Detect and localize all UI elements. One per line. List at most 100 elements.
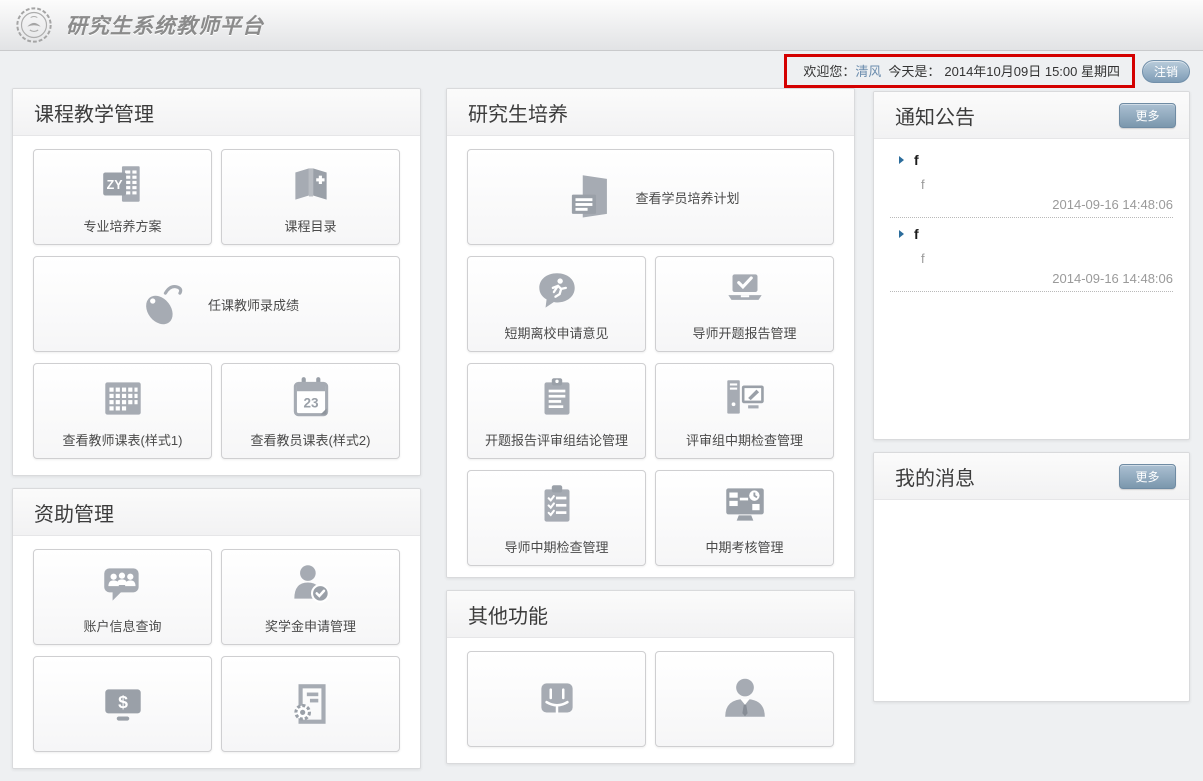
open-book-icon: [286, 159, 336, 209]
card-label: 奖学金申请管理: [265, 616, 356, 635]
zy-document-icon: ZY: [98, 159, 148, 209]
notice-title-row: f: [890, 152, 1173, 168]
calendar-23-icon: 23: [286, 373, 336, 423]
mouse-icon: [134, 275, 192, 333]
function-card[interactable]: 任课教师录成绩: [33, 256, 400, 352]
chat-runner-icon: [532, 266, 582, 316]
panel-body: [447, 638, 854, 763]
panel-funding: 资助管理账户信息查询 奖学金申请管理 $: [12, 488, 421, 769]
clipboard-icon: [532, 373, 582, 423]
function-card[interactable]: 奖学金申请管理: [221, 549, 400, 645]
people-chat-icon: [98, 559, 148, 609]
panel-course-teaching: 课程教学管理 ZY 专业培养方案 课程目录任课教师录成绩查看教师课表(样式1) 23 查看…: [12, 88, 421, 476]
section-title: 资助管理: [34, 498, 114, 527]
notice-title: f: [914, 226, 919, 242]
function-card[interactable]: 中期考核管理: [655, 470, 834, 566]
current-datetime: 2014年10月09日 15:00 星期四: [944, 61, 1120, 80]
document-gear-icon: [286, 679, 336, 729]
clipboard-check-icon: [532, 480, 582, 530]
function-card[interactable]: 评审组中期检查管理: [655, 363, 834, 459]
panel-header: 课程教学管理: [13, 89, 420, 136]
calendar-grid-icon: [98, 373, 148, 423]
monitor-clock-icon: [720, 480, 770, 530]
panel-other-functions: 其他功能: [446, 590, 855, 764]
panel-body: 查看学员培养计划短期离校申请意见 导师开题报告管理开题报告评审组结论管理 评审组中期…: [447, 136, 854, 578]
function-card[interactable]: 账户信息查询: [33, 549, 212, 645]
username-link[interactable]: 清风: [855, 61, 881, 80]
person-check-icon: [286, 559, 336, 609]
function-card[interactable]: 开题报告评审组结论管理: [467, 363, 646, 459]
welcome-highlight-box: 欢迎您：清风今天是：2014年10月09日 15:00 星期四: [784, 54, 1135, 88]
card-label: 课程目录: [284, 216, 336, 235]
panel-header: 研究生培养: [447, 89, 854, 136]
business-person-icon: [720, 674, 770, 724]
panel-body: 账户信息查询 奖学金申请管理 $: [13, 536, 420, 768]
function-card[interactable]: 课程目录: [221, 149, 400, 245]
card-label: 查看教员课表(样式2): [251, 430, 371, 449]
notice-datetime: 2014-09-16 14:48:06: [890, 271, 1173, 286]
notice-datetime: 2014-09-16 14:48:06: [890, 197, 1173, 212]
card-label: 查看教师课表(样式1): [63, 430, 183, 449]
card-label: 中期考核管理: [705, 537, 783, 556]
app-title: 研究生系统教师平台: [66, 10, 264, 40]
section-title: 通知公告: [895, 101, 975, 130]
panel-header: 资助管理: [13, 489, 420, 536]
section-title: 其他功能: [468, 600, 548, 629]
function-card[interactable]: [467, 651, 646, 747]
notice-item[interactable]: ff 2014-09-16 14:48:06: [890, 144, 1173, 218]
function-card[interactable]: 查看学员培养计划: [467, 149, 834, 245]
welcome-bar: 欢迎您：清风今天是：2014年10月09日 15:00 星期四 注销: [784, 54, 1190, 88]
card-label: 任课教师录成绩: [208, 295, 299, 314]
card-label: 评审组中期检查管理: [686, 430, 803, 449]
card-label: 导师开题报告管理: [692, 323, 796, 342]
function-card[interactable]: [221, 656, 400, 752]
panel-graduate-cultivation: 研究生培养查看学员培养计划短期离校申请意见 导师开题报告管理开题报告评审组结论管理…: [446, 88, 855, 578]
section-title: 我的消息: [895, 462, 975, 491]
computer-pen-icon: [720, 373, 770, 423]
svg-text:23: 23: [303, 395, 319, 410]
notice-preview: f: [921, 177, 1173, 192]
notice-preview: f: [921, 251, 1173, 266]
function-card[interactable]: 查看教师课表(样式1): [33, 363, 212, 459]
panel-body: ff2014-09-16 14:48:06ff2014-09-16 14:48:…: [874, 139, 1189, 292]
card-label: 开题报告评审组结论管理: [485, 430, 628, 449]
function-card[interactable]: 23 查看教员课表(样式2): [221, 363, 400, 459]
function-card[interactable]: 导师中期检查管理: [467, 470, 646, 566]
panel-header: 我的消息 更多: [874, 453, 1189, 500]
app-header: 研究生系统教师平台: [0, 0, 1203, 51]
monitor-dollar-icon: $: [98, 679, 148, 729]
laptop-check-icon: [720, 266, 770, 316]
right-column: 通知公告更多ff2014-09-16 14:48:06ff2014-09-16 …: [873, 91, 1190, 714]
notices-more-button[interactable]: 更多: [1119, 103, 1176, 128]
svg-text:$: $: [118, 692, 128, 712]
logout-button[interactable]: 注销: [1142, 60, 1190, 83]
function-card[interactable]: ZY 专业培养方案: [33, 149, 212, 245]
section-title: 课程教学管理: [34, 98, 154, 127]
page: 研究生系统教师平台 欢迎您：清风今天是：2014年10月09日 15:00 星期…: [0, 0, 1203, 51]
function-card[interactable]: $: [33, 656, 212, 752]
card-label: 导师中期检查管理: [504, 537, 608, 556]
svg-text:ZY: ZY: [106, 178, 123, 192]
card-label: 查看学员培养计划: [635, 188, 739, 207]
panel-header: 通知公告 更多: [874, 92, 1189, 139]
middle-column: 研究生培养查看学员培养计划短期离校申请意见 导师开题报告管理开题报告评审组结论管理…: [446, 88, 855, 776]
function-card[interactable]: 导师开题报告管理: [655, 256, 834, 352]
card-label: 短期离校申请意见: [504, 323, 608, 342]
notice-item[interactable]: ff 2014-09-16 14:48:06: [890, 218, 1173, 292]
panel-header: 其他功能: [447, 591, 854, 638]
face-screen-icon: [532, 674, 582, 724]
notice-title: f: [914, 152, 919, 168]
panel-body: [874, 500, 1189, 505]
function-card[interactable]: [655, 651, 834, 747]
panel-body: ZY 专业培养方案 课程目录任课教师录成绩查看教师课表(样式1) 23 查看教员课表(样…: [13, 136, 420, 475]
card-label: 账户信息查询: [83, 616, 161, 635]
documents-icon: [561, 168, 619, 226]
today-label: 今天是：: [888, 61, 940, 80]
notice-title-row: f: [890, 226, 1173, 242]
panel-messages: 我的消息 更多: [873, 452, 1190, 702]
card-label: 专业培养方案: [83, 216, 161, 235]
left-column: 课程教学管理 ZY 专业培养方案 课程目录任课教师录成绩查看教师课表(样式1) 23 查看…: [12, 88, 421, 781]
bullet-triangle-icon: [899, 230, 904, 238]
messages-more-button[interactable]: 更多: [1119, 464, 1176, 489]
function-card[interactable]: 短期离校申请意见: [467, 256, 646, 352]
